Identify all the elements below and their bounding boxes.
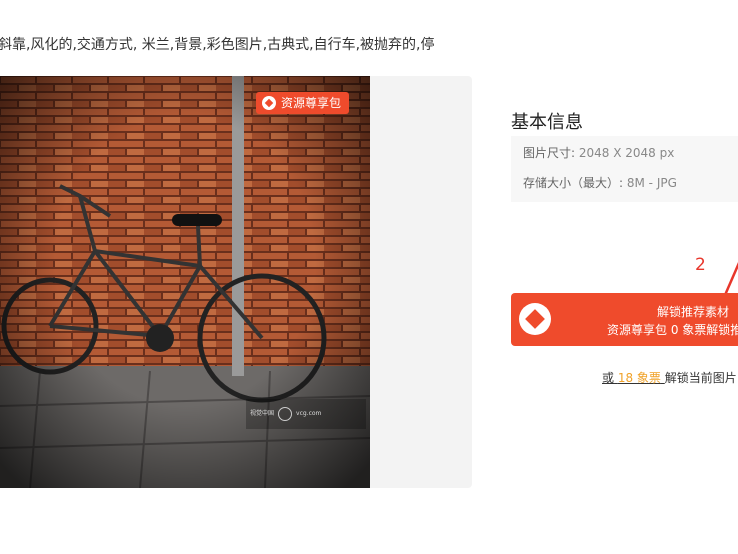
keyword-tags: 斜靠,风化的,交通方式, 米兰,背景,彩色图片,古典式,自行车,被抛弃的,停: [0, 37, 435, 53]
image-size-value: 2048 X 2048 px: [578, 146, 675, 160]
points-value: 18 象票: [617, 371, 661, 385]
storage-size-value: 8M - JPG: [626, 176, 677, 190]
storage-size-label: 存储大小（最大）:: [523, 176, 624, 190]
badge-label: 资源尊享包: [281, 96, 342, 110]
annotation-number: 2: [695, 255, 706, 275]
unlock-button-title: 解锁推荐素材: [657, 305, 730, 319]
unlock-current-link[interactable]: 或 18 象票: [602, 371, 665, 385]
info-title: 基本信息: [511, 112, 583, 133]
alt-suffix[interactable]: 解锁当前图片: [665, 371, 737, 385]
unlock-button-subtitle: 资源尊享包 0 象票解锁推: [607, 323, 738, 337]
image-size-row: 图片尺寸: 2048 X 2048 px: [523, 144, 674, 161]
image-size-label: 图片尺寸:: [523, 146, 576, 160]
watermark-logo-icon: [278, 407, 293, 421]
watermark-brand: 视觉中国: [250, 410, 275, 417]
unlock-recommended-button[interactable]: 解锁推荐素材 资源尊享包 0 象票解锁推: [511, 293, 738, 346]
watermark: 视觉中国 vcg.com: [246, 399, 366, 429]
diamond-icon: [262, 96, 276, 110]
info-box: 图片尺寸: 2048 X 2048 px 存储大小（最大）: 8M - JPG: [511, 136, 738, 202]
alt-prefix: 或: [602, 371, 615, 385]
watermark-text: vcg.com: [296, 410, 322, 417]
storage-size-row: 存储大小（最大）: 8M - JPG: [523, 174, 677, 191]
diamond-icon: [519, 303, 551, 335]
unlock-current-line: 或 18 象票 解锁当前图片: [602, 369, 737, 386]
resource-pack-badge[interactable]: 资源尊享包: [256, 92, 350, 114]
